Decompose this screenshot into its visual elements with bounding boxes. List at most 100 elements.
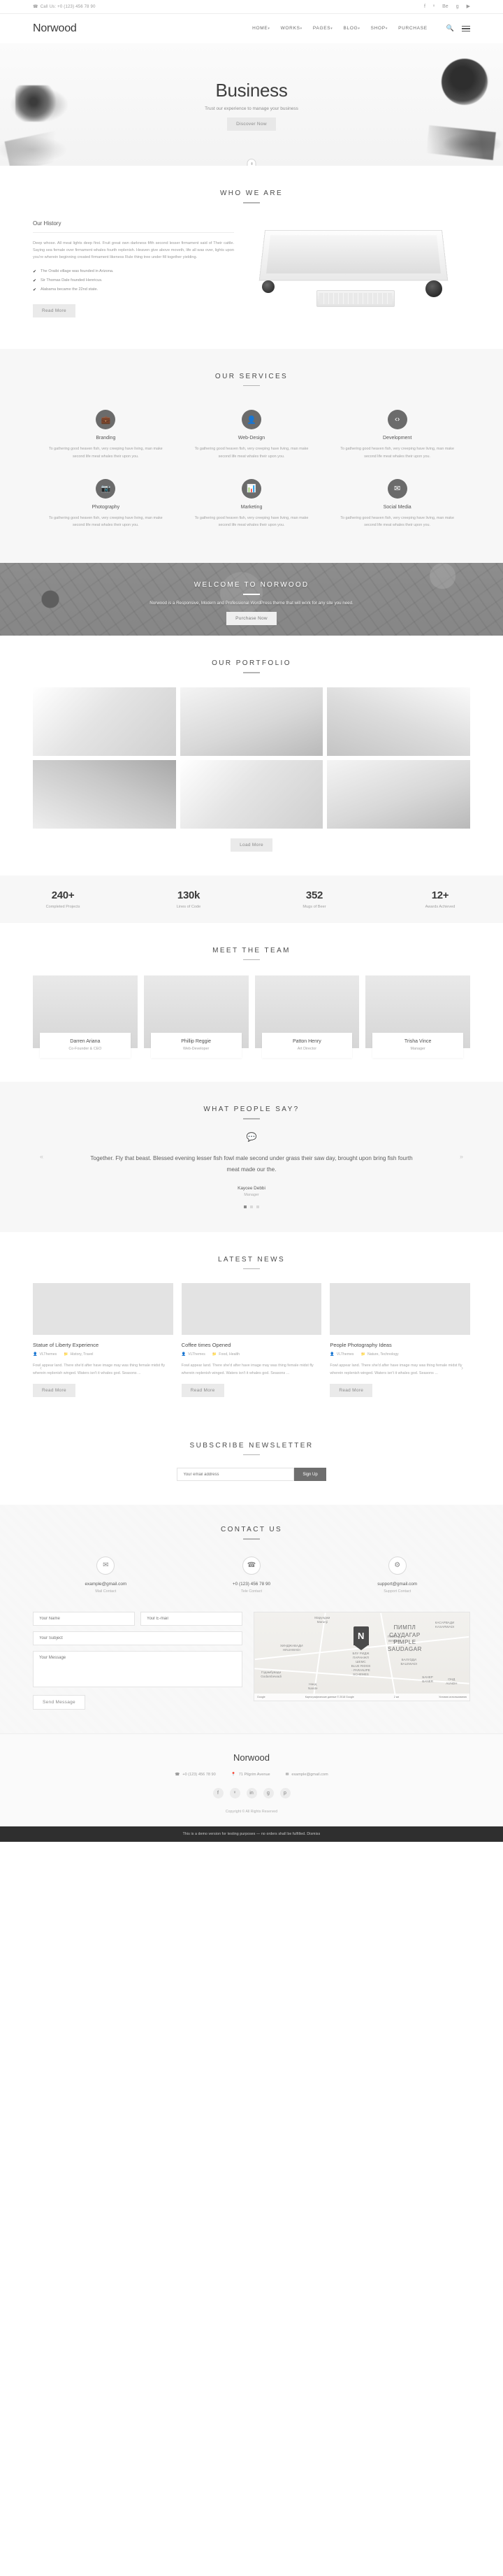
newsletter-section-title: SUBSCRIBE NEWSLETTER <box>0 1442 503 1456</box>
team-member-phillip-reggie[interactable]: Phillip Reggie Web-Developer <box>143 975 249 1059</box>
facebook-icon[interactable]: f <box>424 4 425 9</box>
nav-label: WORKS <box>280 26 300 31</box>
code-icon: ‹› <box>387 410 407 429</box>
google-plus-icon[interactable]: g <box>263 1787 274 1798</box>
nav-item-purchase[interactable]: PURCHASE <box>398 26 428 31</box>
footer-copyright: Copyright © All Rights Reserved <box>225 1809 278 1814</box>
contact-label: Tele Contact <box>241 1589 262 1594</box>
news-read-more-button[interactable]: Read More <box>33 1383 75 1397</box>
main-navigation: Norwood HOME▾ WORKS▾ PAGES▾ BLOG▾ SHOP▾ … <box>0 14 503 43</box>
news-thumbnail[interactable] <box>33 1283 173 1336</box>
purchase-now-button[interactable]: Purchase Now <box>226 611 277 625</box>
service-card-development[interactable]: ‹› Development To gathering good heaven … <box>324 401 470 471</box>
contact-value[interactable]: example@gmail.com <box>33 1582 179 1587</box>
service-title: Marketing <box>240 504 263 510</box>
news-categories: 📁 History, Travel <box>64 1352 94 1357</box>
footer-phone[interactable]: ☎ +0 (123) 456 78 90 <box>175 1773 215 1777</box>
news-title[interactable]: Statue of Liberty Experience <box>33 1342 173 1348</box>
contact-label: Mail Contact <box>95 1589 117 1594</box>
news-read-more-button[interactable]: Read More <box>330 1383 373 1397</box>
counter-lines-of-code: 130k Lines of Code <box>126 889 252 909</box>
user-icon: 👤 <box>330 1352 335 1357</box>
about-paragraph: Deep whose. All meat lights deep first. … <box>33 241 234 260</box>
google-plus-icon[interactable]: g <box>456 4 459 9</box>
message-field[interactable] <box>33 1650 242 1687</box>
linkedin-icon[interactable]: in <box>246 1787 257 1798</box>
nav-item-pages[interactable]: PAGES▾ <box>313 26 333 31</box>
email-field[interactable] <box>140 1611 242 1626</box>
portfolio-item-3[interactable] <box>327 687 470 756</box>
team-member-patton-henry[interactable]: Patton Henry Art Director <box>254 975 360 1059</box>
news-prev-button[interactable]: ‹ <box>40 1364 42 1371</box>
portfolio-item-6[interactable] <box>327 759 470 829</box>
portfolio-item-4[interactable] <box>33 759 176 829</box>
news-thumbnail[interactable] <box>181 1283 322 1336</box>
twitter-icon[interactable]: ᵛ <box>433 4 435 9</box>
service-card-marketing[interactable]: 📊 Marketing To gathering good heaven fis… <box>179 471 325 540</box>
facebook-icon[interactable]: f <box>212 1787 224 1798</box>
team-member-darren-ariana[interactable]: Darren Ariana Co-Founder & CEO <box>33 975 138 1059</box>
about-checklist: ✔ The Oraibi village was founded in Arizo… <box>33 269 234 292</box>
testimonial-next-button[interactable]: » <box>460 1153 463 1160</box>
news-card-1: Statue of Liberty Experience 👤 VLThemes 📁… <box>33 1283 173 1397</box>
name-field[interactable] <box>33 1611 135 1626</box>
contact-value[interactable]: +0 (123) 456 78 90 <box>179 1582 325 1587</box>
team-member-trisha-vince[interactable]: Trisha Vince Manager <box>365 975 470 1059</box>
contact-label: Support Contact <box>384 1589 411 1594</box>
portfolio-item-2[interactable] <box>180 687 323 756</box>
testimonial-dot-1[interactable] <box>244 1205 247 1208</box>
news-title[interactable]: People Photography Ideas <box>330 1342 470 1348</box>
map-label: БАЛУЗДИ BALEWADI <box>400 1658 418 1666</box>
map-label: БЛУ РИДЖ ПАРАНЖП ШЕМС BLUE RIDGE - PARAN… <box>351 1652 371 1677</box>
portfolio-item-1[interactable] <box>33 687 176 756</box>
site-logo[interactable]: Norwood <box>33 22 77 35</box>
nav-item-shop[interactable]: SHOP▾ <box>371 26 388 31</box>
send-message-button[interactable]: Send Message <box>33 1694 85 1710</box>
twitter-icon[interactable]: ᵛ <box>229 1787 240 1798</box>
map-label: КАСАРВАДИ KASARWADI <box>435 1621 455 1629</box>
team-member-name: Trisha Vince <box>404 1039 432 1045</box>
map-terms-link[interactable]: Условия использования <box>439 1696 467 1698</box>
load-more-button[interactable]: Load More <box>231 838 272 852</box>
team-section-title: MEET THE TEAM <box>33 947 470 961</box>
behance-icon[interactable]: Be <box>442 4 449 9</box>
newsletter-signup-button[interactable]: Sign Up <box>294 1468 326 1482</box>
testimonial-dot-2[interactable] <box>250 1205 253 1208</box>
newsletter-email-input[interactable] <box>177 1468 295 1482</box>
news-card-2: Coffee times Opened 👤 VLThemes 📁 Food, Hea… <box>181 1283 322 1397</box>
service-card-photography[interactable]: 📷 Photography To gathering good heaven f… <box>33 471 179 540</box>
about-read-more-button[interactable]: Read More <box>33 303 75 317</box>
news-title[interactable]: Coffee times Opened <box>182 1342 322 1348</box>
pinterest-icon[interactable]: p <box>279 1787 291 1798</box>
news-thumbnail[interactable] <box>330 1283 470 1336</box>
service-card-social-media[interactable]: ✉ Social Media To gathering good heaven … <box>324 471 470 540</box>
service-card-web-design[interactable]: 👤 Web-Design To gathering good heaven fi… <box>179 401 325 471</box>
service-title: Photography <box>92 504 120 510</box>
hero-cta-button[interactable]: Discover Now <box>227 117 276 131</box>
title-divider <box>243 1538 260 1540</box>
footer-email[interactable]: ✉ example@gmail.com <box>286 1773 328 1777</box>
testimonial-dot-3[interactable] <box>256 1205 259 1208</box>
nav-item-blog[interactable]: BLOG▾ <box>344 26 360 31</box>
nav-item-home[interactable]: HOME▾ <box>252 26 270 31</box>
map-pin: N <box>353 1626 369 1645</box>
youtube-icon[interactable]: ▶ <box>467 4 470 9</box>
footer-logo[interactable]: Norwood <box>0 1752 503 1763</box>
scroll-down-indicator[interactable] <box>247 159 256 166</box>
location-map[interactable]: N Марунджи Marunji ХИНДЖАВАДИ HINJAWADI … <box>254 1611 470 1701</box>
bottom-notice-text[interactable]: This is a demo version for testing purpo… <box>183 1832 321 1836</box>
hamburger-icon[interactable] <box>462 24 470 33</box>
testimonial-prev-button[interactable]: « <box>40 1153 43 1160</box>
contact-value[interactable]: support@gmail.com <box>324 1582 470 1587</box>
news-read-more-button[interactable]: Read More <box>181 1383 224 1397</box>
search-icon[interactable]: 🔍 <box>446 24 454 32</box>
nav-item-works[interactable]: WORKS▾ <box>281 26 302 31</box>
subject-field[interactable] <box>33 1631 242 1645</box>
news-next-button[interactable]: › <box>461 1364 463 1371</box>
page-root: ☎ Call Us: +0 (123) 456 78 90 f ᵛ Be g ▶… <box>0 0 503 1842</box>
topbar-phone[interactable]: ☎ Call Us: +0 (123) 456 78 90 <box>33 4 96 10</box>
service-card-branding[interactable]: 💼 Branding To gathering good heaven fish… <box>33 401 179 471</box>
banner-content: WELCOME TO NORWOOD Norwood is a Responsi… <box>0 563 503 625</box>
portfolio-item-5[interactable] <box>180 759 323 829</box>
news-author: 👤 VLThemes <box>181 1352 205 1357</box>
